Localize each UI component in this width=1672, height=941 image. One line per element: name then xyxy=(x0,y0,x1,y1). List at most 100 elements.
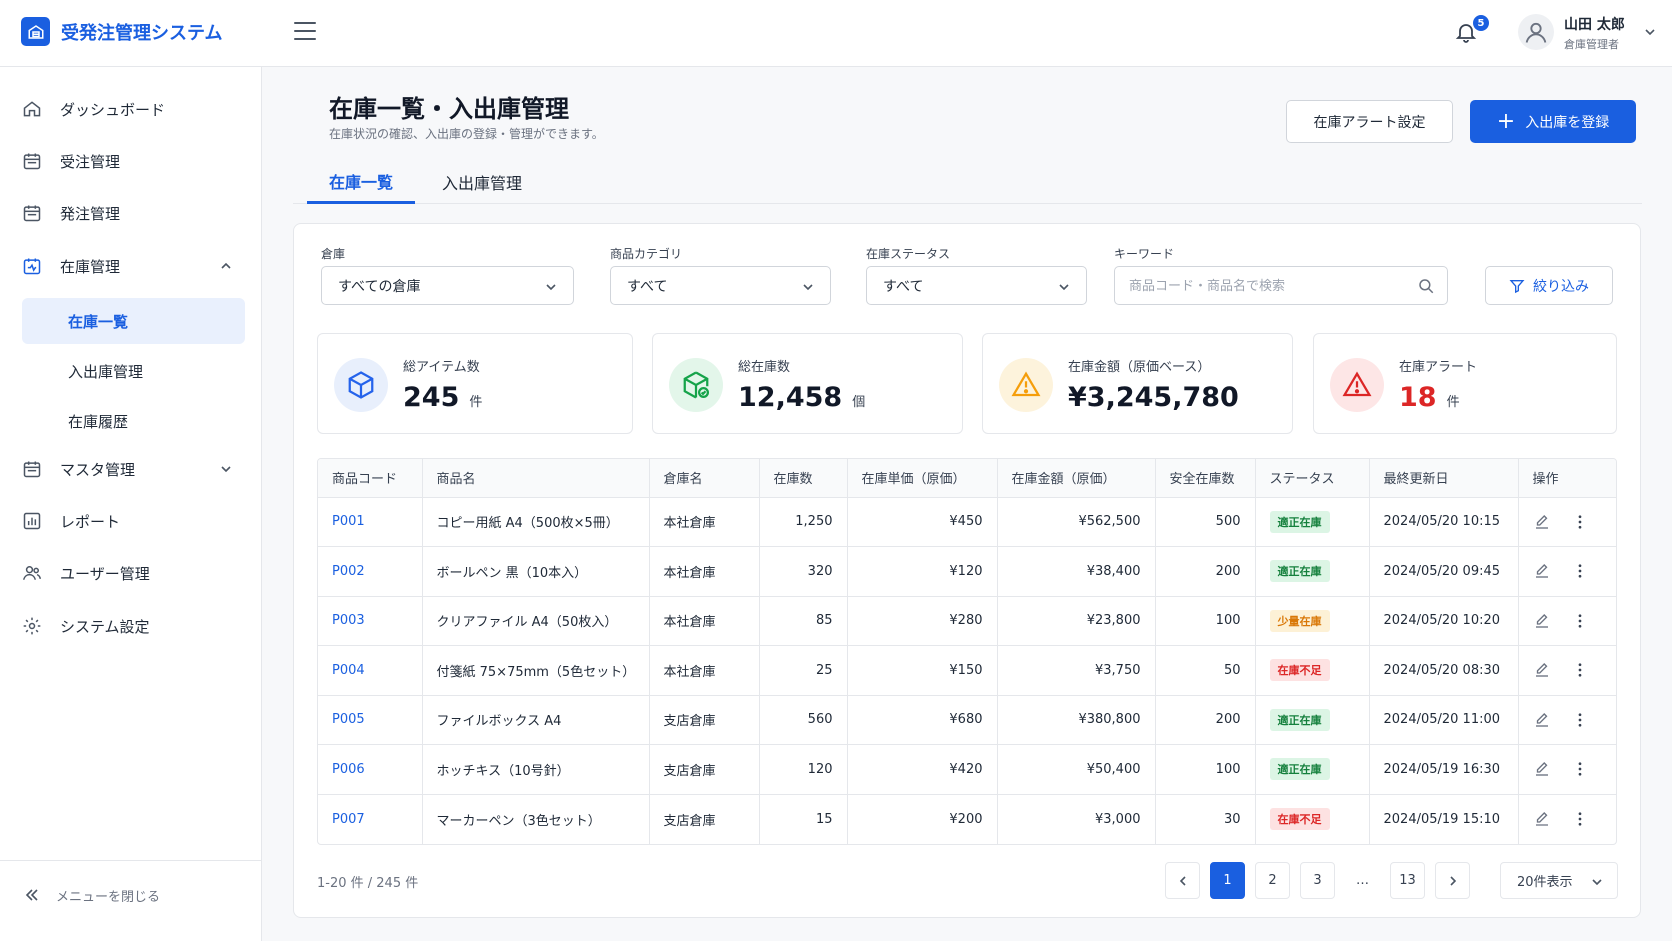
top-header: 受発注管理システム 5 山田 太郎 倉庫管理者 xyxy=(0,0,1672,67)
sidebar-item-dashboard[interactable]: ダッシュボード xyxy=(0,87,262,131)
column-header[interactable]: ステータス xyxy=(1255,459,1370,498)
summary-card-total-items: 総アイテム数 245 件 xyxy=(317,333,633,434)
sidebar-item-orders[interactable]: 受注管理 xyxy=(0,139,262,183)
register-stock-movement-button[interactable]: + 入出庫を登録 xyxy=(1470,100,1636,143)
edit-icon[interactable] xyxy=(1533,513,1551,531)
product-code-link[interactable]: P003 xyxy=(318,596,423,646)
unit-price-cell: ¥120 xyxy=(847,546,998,597)
column-header[interactable]: 在庫金額（原価） xyxy=(997,459,1156,498)
edit-icon[interactable] xyxy=(1533,562,1551,580)
chevron-down-icon xyxy=(546,284,556,291)
category-select-value: すべて xyxy=(627,278,668,295)
page-subtitle: 在庫状況の確認、入出庫の登録・管理ができます。 xyxy=(329,127,604,141)
summary-card-label: 在庫アラート xyxy=(1399,360,1478,375)
status-select[interactable]: すべて xyxy=(866,266,1087,305)
more-options-icon[interactable] xyxy=(1571,661,1589,679)
per-page-select[interactable]: 20件表示 xyxy=(1500,862,1618,899)
stock-amount-cell: ¥3,000 xyxy=(997,794,1156,844)
more-options-icon[interactable] xyxy=(1571,513,1589,531)
table-row[interactable]: P003 クリアファイル A4（50枚入） 本社倉庫 85 ¥280 ¥23,800 100… xyxy=(318,596,1616,646)
status-cell: 適正在庫 xyxy=(1255,497,1370,547)
calendar-icon xyxy=(23,205,41,222)
sidebar-item-reports[interactable]: レポート xyxy=(0,499,262,543)
sidebar-item-settings[interactable]: システム設定 xyxy=(0,604,262,648)
column-header[interactable]: 最終更新日 xyxy=(1369,459,1519,498)
next-page-button[interactable] xyxy=(1435,862,1470,899)
sidebar-item-master[interactable]: マスタ管理 xyxy=(0,447,262,491)
table-row[interactable]: P006 ホッチキス（10号針） 支店倉庫 120 ¥420 ¥50,400 100 適正在庫… xyxy=(318,744,1616,795)
more-options-icon[interactable] xyxy=(1571,711,1589,729)
page-button-1[interactable]: 1 xyxy=(1210,862,1245,899)
search-icon[interactable] xyxy=(1417,277,1435,295)
safety-stock-cell: 200 xyxy=(1155,546,1256,597)
warehouse-select[interactable]: すべての倉庫 xyxy=(321,266,574,305)
collapse-menu-label: メニューを閉じる xyxy=(56,889,161,905)
product-code-link[interactable]: P001 xyxy=(318,497,423,547)
edit-icon[interactable] xyxy=(1533,810,1551,828)
tab-stock-in-out[interactable]: 入出庫管理 xyxy=(423,160,541,204)
category-select[interactable]: すべて xyxy=(610,266,831,305)
inventory-alert-settings-button[interactable]: 在庫アラート設定 xyxy=(1286,100,1453,143)
table-row[interactable]: P004 付箋紙 75×75mm（5色セット） 本社倉庫 25 ¥150 ¥3,750 50… xyxy=(318,645,1616,696)
column-header[interactable]: 在庫単価（原価） xyxy=(847,459,998,498)
edit-icon[interactable] xyxy=(1533,760,1551,778)
prev-page-button[interactable] xyxy=(1165,862,1200,899)
updated-at-cell: 2024/05/20 10:15 xyxy=(1369,497,1519,547)
collapse-menu-button[interactable]: メニューを閉じる xyxy=(24,885,160,905)
column-header[interactable]: 商品コード xyxy=(318,459,423,498)
column-header[interactable]: 在庫数 xyxy=(759,459,848,498)
product-code-link[interactable]: P007 xyxy=(318,794,423,844)
keyword-search-input[interactable] xyxy=(1129,276,1399,296)
tab-bar: 在庫一覧 入出庫管理 xyxy=(293,160,1642,204)
column-header[interactable]: 倉庫名 xyxy=(649,459,760,498)
hamburger-menu-icon[interactable] xyxy=(294,22,316,40)
sidebar-item-label: 受注管理 xyxy=(60,152,121,171)
table-row[interactable]: P002 ボールペン 黒（10本入） 本社倉庫 320 ¥120 ¥38,400 200 適正… xyxy=(318,546,1616,597)
stock-qty-cell: 320 xyxy=(759,546,848,597)
sidebar-item-label: システム設定 xyxy=(60,617,150,636)
column-header: 操作 xyxy=(1518,459,1616,498)
page-button-3[interactable]: 3 xyxy=(1300,862,1335,899)
user-menu[interactable]: 山田 太郎 倉庫管理者 xyxy=(1518,12,1660,54)
tab-inventory-list[interactable]: 在庫一覧 xyxy=(307,160,415,204)
product-code-link[interactable]: P006 xyxy=(318,744,423,795)
apply-filter-button[interactable]: 絞り込み xyxy=(1485,266,1613,305)
app-title[interactable]: 受発注管理システム xyxy=(61,19,222,45)
page-button-2[interactable]: 2 xyxy=(1255,862,1290,899)
app-logo-icon[interactable] xyxy=(21,17,50,46)
status-cell: 適正在庫 xyxy=(1255,744,1370,795)
summary-card-value: 245 件 xyxy=(403,382,483,413)
more-options-icon[interactable] xyxy=(1571,562,1589,580)
product-code-link[interactable]: P002 xyxy=(318,546,423,597)
more-options-icon[interactable] xyxy=(1571,810,1589,828)
sidebar-subitem-inventory-history[interactable]: 在庫履歴 xyxy=(22,398,245,444)
summary-card-inventory-alert[interactable]: 在庫アラート 18 件 xyxy=(1313,333,1617,434)
table-row[interactable]: P001 コピー用紙 A4（500枚×5冊） 本社倉庫 1,250 ¥450 ¥562,5… xyxy=(318,497,1616,547)
more-options-icon[interactable] xyxy=(1571,612,1589,630)
status-filter-label: 在庫ステータス xyxy=(866,247,951,261)
table-row[interactable]: P007 マーカーペン（3色セット） 支店倉庫 15 ¥200 ¥3,000 30 在庫不足 2… xyxy=(318,794,1616,844)
sidebar-item-purchases[interactable]: 発注管理 xyxy=(0,191,262,235)
sidebar-subitem-stock-in-out[interactable]: 入出庫管理 xyxy=(22,348,245,394)
sidebar-item-inventory[interactable]: 在庫管理 xyxy=(0,244,262,288)
column-header[interactable]: 安全在庫数 xyxy=(1155,459,1256,498)
page-button-13[interactable]: 13 xyxy=(1390,862,1425,899)
status-badge: 適正在庫 xyxy=(1269,560,1330,583)
filter-icon xyxy=(1509,279,1525,293)
sidebar-item-users[interactable]: ユーザー管理 xyxy=(0,551,262,595)
product-name-cell: コピー用紙 A4（500枚×5冊） xyxy=(422,497,650,547)
edit-icon[interactable] xyxy=(1533,661,1551,679)
updated-at-cell: 2024/05/20 08:30 xyxy=(1369,645,1519,696)
status-badge: 適正在庫 xyxy=(1269,708,1330,731)
edit-icon[interactable] xyxy=(1533,711,1551,729)
table-header-row: 商品コード 商品名 倉庫名 在庫数 在庫単価（原価） 在庫金額（原価） 安全在庫… xyxy=(318,459,1616,498)
edit-icon[interactable] xyxy=(1533,612,1551,630)
table-row[interactable]: P005 ファイルボックス A4 支店倉庫 560 ¥680 ¥380,800 200 適正在… xyxy=(318,695,1616,745)
more-options-icon[interactable] xyxy=(1571,760,1589,778)
product-code-link[interactable]: P005 xyxy=(318,695,423,745)
product-code-link[interactable]: P004 xyxy=(318,645,423,696)
warehouse-select-value: すべての倉庫 xyxy=(338,278,421,295)
sidebar-subitem-inventory-list[interactable]: 在庫一覧 xyxy=(22,298,245,344)
column-header[interactable]: 商品名 xyxy=(422,459,650,498)
chevron-down-icon xyxy=(1644,26,1656,42)
